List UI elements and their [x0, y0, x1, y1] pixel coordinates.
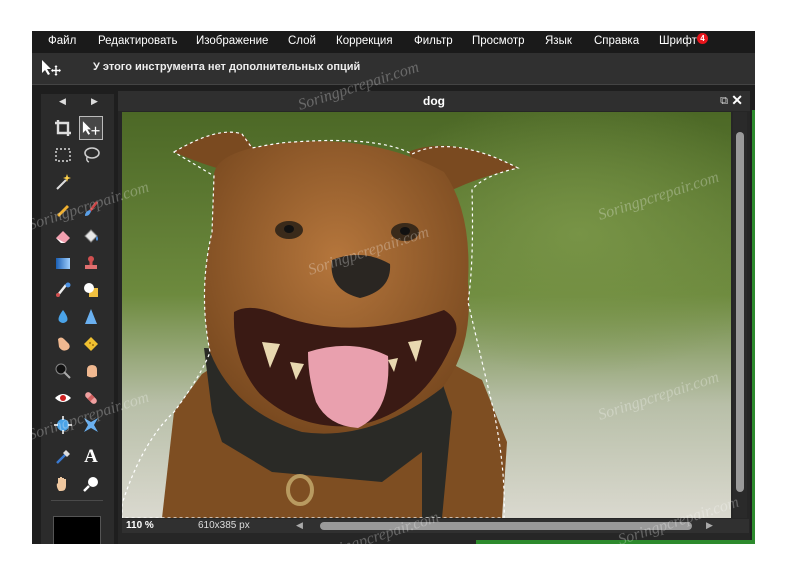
- toolbox-prev-arrow[interactable]: ◀: [59, 96, 66, 107]
- document-titlebar: dog ⧉ ✕: [118, 91, 750, 111]
- scroll-left-icon[interactable]: ◀: [296, 520, 303, 531]
- menu-filter[interactable]: Фильтр: [414, 35, 453, 47]
- menu-view[interactable]: Просмотр: [472, 35, 525, 47]
- sponge-icon[interactable]: [80, 333, 102, 355]
- vertical-scrollbar[interactable]: [733, 112, 747, 518]
- menu-language[interactable]: Язык: [545, 35, 572, 47]
- smudge-icon[interactable]: [52, 333, 74, 355]
- background-window-edge-bottom: [476, 540, 755, 544]
- toolbox-panel: ◀ ▶ A: [41, 94, 114, 544]
- magic-wand-icon[interactable]: [52, 171, 74, 193]
- burn-icon[interactable]: [80, 360, 102, 382]
- horizontal-scroll-thumb[interactable]: [320, 522, 692, 530]
- blur-icon[interactable]: [52, 306, 74, 328]
- zoom-icon[interactable]: [80, 473, 102, 495]
- image-size: 610x385 px: [198, 520, 250, 531]
- toolbox-divider: [51, 500, 103, 501]
- tool-options-text: У этого инструмента нет дополнительных о…: [93, 61, 361, 73]
- drawing-icon[interactable]: [80, 279, 102, 301]
- notification-badge: 4: [697, 33, 708, 44]
- photo-editor-window: Файл Редактировать Изображение Слой Корр…: [32, 31, 755, 544]
- crop-icon[interactable]: [52, 117, 74, 139]
- hand-icon[interactable]: [52, 473, 74, 495]
- document-window: dog ⧉ ✕ 110 % 610x385 px ◀ ▶: [118, 91, 750, 544]
- marquee-select-icon[interactable]: [52, 144, 74, 166]
- gradient-icon[interactable]: [52, 252, 74, 274]
- pencil-icon[interactable]: [52, 198, 74, 220]
- toolbox-next-arrow[interactable]: ▶: [91, 96, 98, 107]
- menu-bar: Файл Редактировать Изображение Слой Корр…: [32, 31, 755, 53]
- menu-font[interactable]: Шрифт: [659, 35, 697, 47]
- lasso-icon[interactable]: [80, 144, 102, 166]
- red-eye-icon[interactable]: [52, 387, 74, 409]
- restore-icon[interactable]: ⧉: [720, 95, 728, 108]
- vertical-scroll-thumb[interactable]: [736, 132, 744, 492]
- pinch-icon[interactable]: [80, 414, 102, 436]
- menu-image[interactable]: Изображение: [196, 35, 268, 47]
- spot-heal-icon[interactable]: [80, 387, 102, 409]
- type-icon[interactable]: A: [80, 446, 102, 468]
- menu-file[interactable]: Файл: [48, 35, 76, 47]
- menu-edit[interactable]: Редактировать: [98, 35, 177, 47]
- sharpen-icon[interactable]: [80, 306, 102, 328]
- background-window-edge: [752, 110, 755, 544]
- foreground-color-swatch[interactable]: [53, 516, 101, 544]
- eraser-icon[interactable]: [52, 225, 74, 247]
- menu-layer[interactable]: Слой: [288, 35, 316, 47]
- move-icon[interactable]: [79, 116, 103, 140]
- document-title: dog: [423, 94, 445, 108]
- color-replace-icon[interactable]: [52, 279, 74, 301]
- image-canvas[interactable]: [122, 112, 731, 518]
- scroll-right-icon[interactable]: ▶: [706, 520, 713, 531]
- menu-adjustments[interactable]: Коррекция: [336, 35, 393, 47]
- close-icon[interactable]: ✕: [731, 92, 743, 109]
- brush-icon[interactable]: [80, 198, 102, 220]
- clone-stamp-icon[interactable]: [80, 252, 102, 274]
- paint-bucket-icon[interactable]: [80, 225, 102, 247]
- zoom-level[interactable]: 110 %: [126, 520, 154, 531]
- tool-options-bar: У этого инструмента нет дополнительных о…: [32, 53, 755, 85]
- bloat-icon[interactable]: [52, 414, 74, 436]
- dodge-icon[interactable]: [52, 360, 74, 382]
- color-picker-icon[interactable]: [52, 446, 74, 468]
- status-bar: 110 % 610x385 px ◀ ▶: [122, 519, 749, 533]
- menu-help[interactable]: Справка: [594, 35, 639, 47]
- type-glyph: A: [84, 446, 98, 467]
- move-icon: [41, 59, 61, 82]
